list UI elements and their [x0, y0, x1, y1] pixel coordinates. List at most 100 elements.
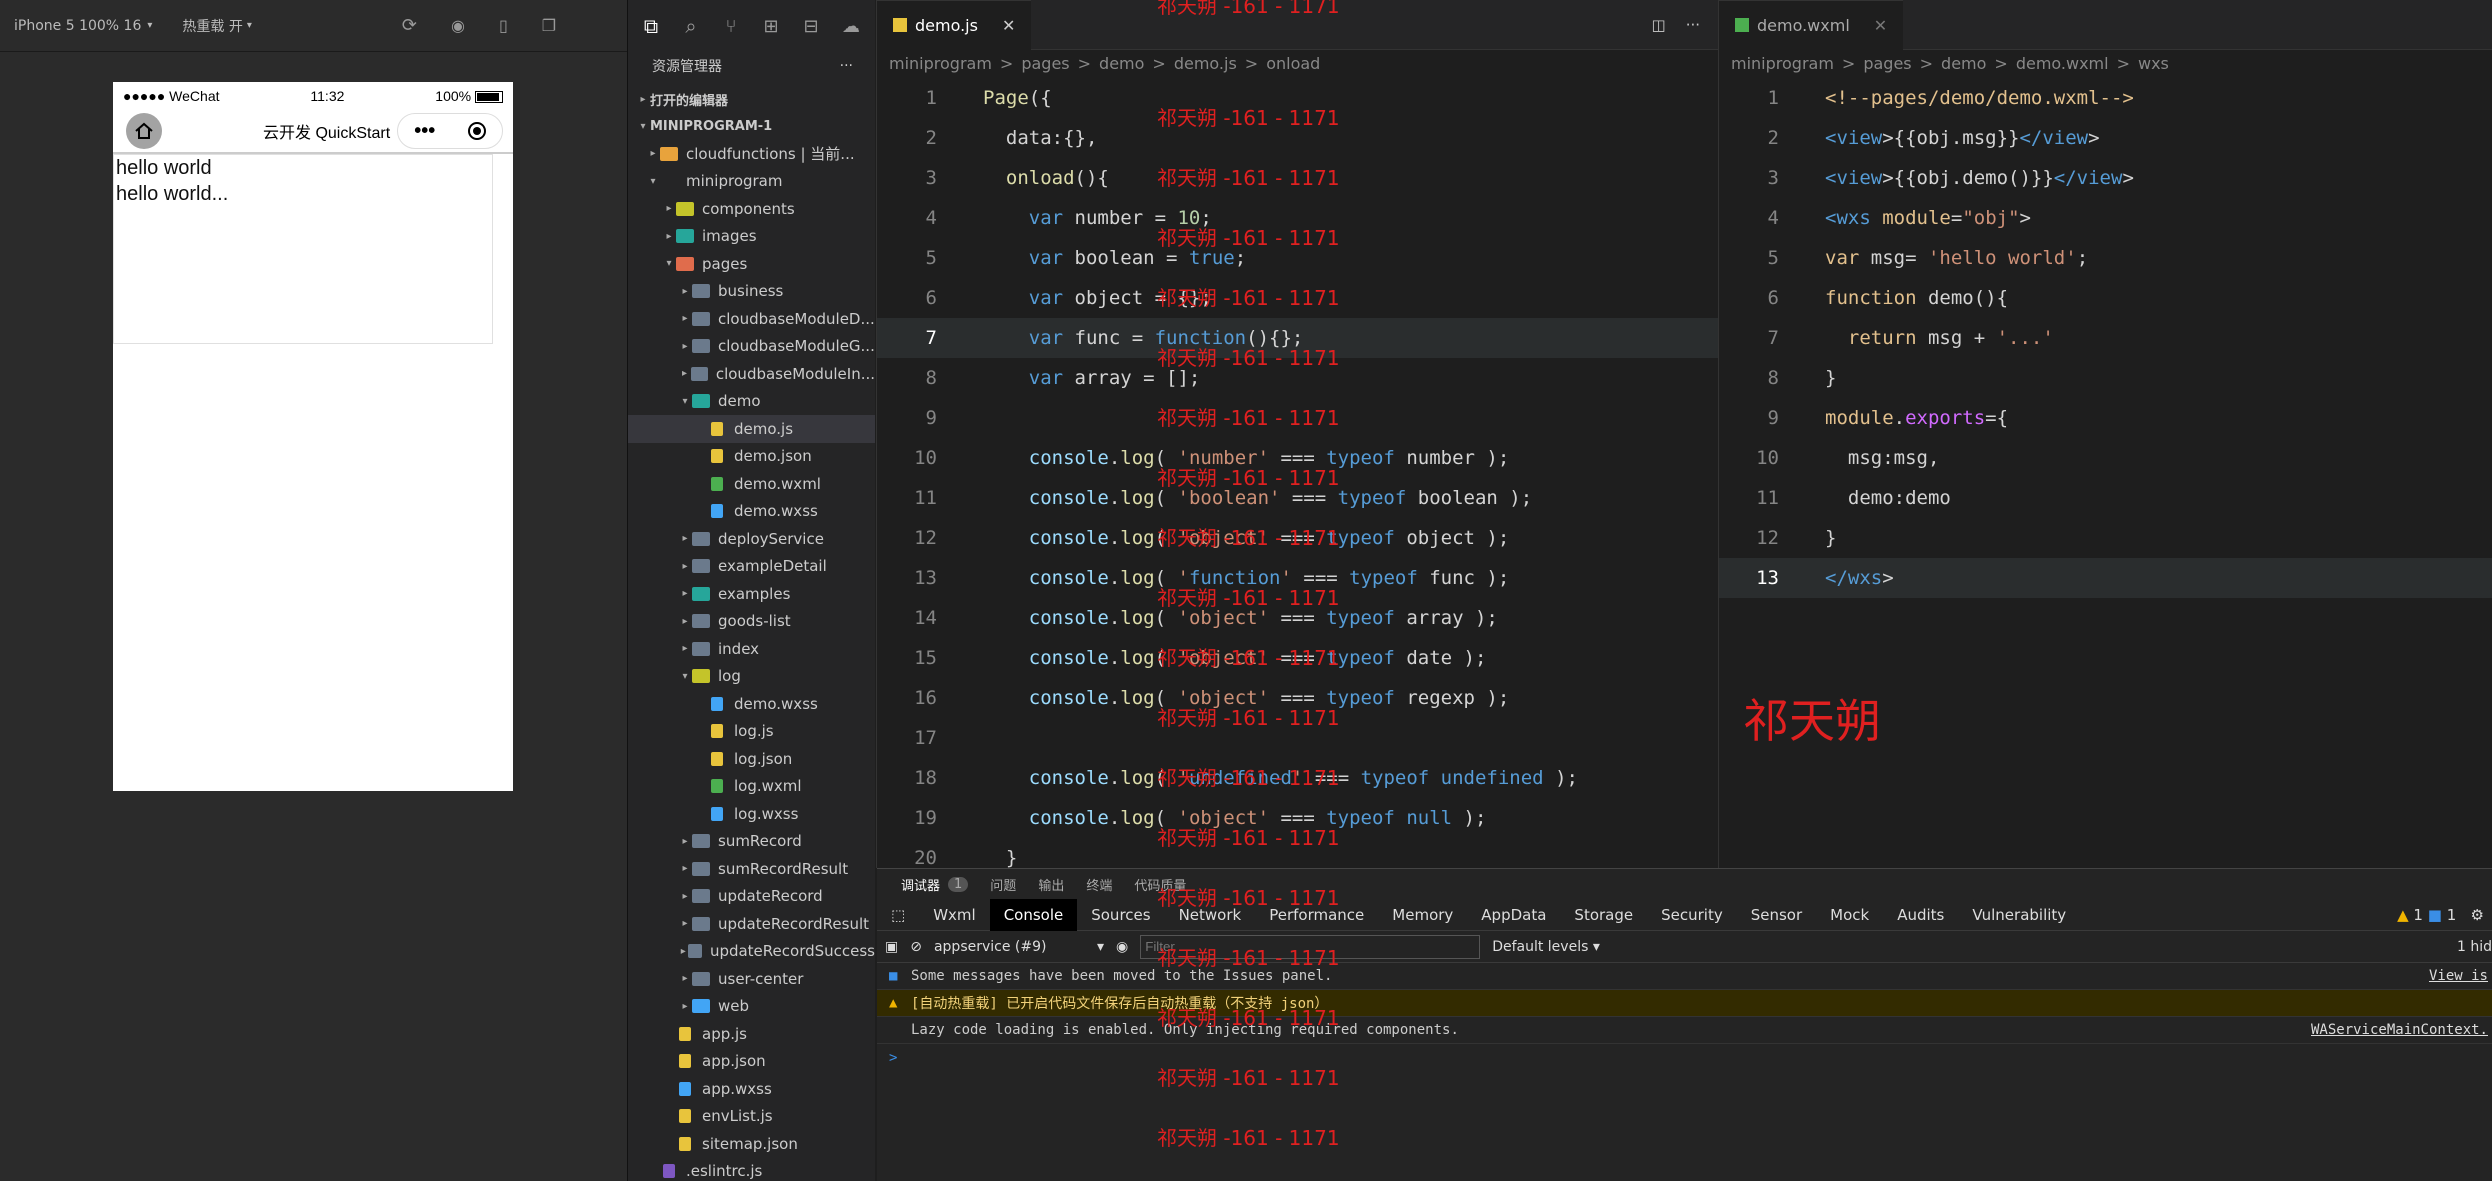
tree-item[interactable]: ▸ cloudfunctions | 当前...: [628, 140, 875, 168]
devtools-tab[interactable]: Storage: [1560, 899, 1647, 931]
source-link[interactable]: View is: [2429, 968, 2488, 984]
code-line[interactable]: 11 console.log( 'boolean' === typeof boo…: [877, 478, 1718, 518]
tree-item[interactable]: demo.wxml: [628, 470, 875, 498]
tab-demo-wxml[interactable]: demo.wxml ✕: [1719, 0, 1904, 50]
breadcrumb-item[interactable]: demo: [1099, 54, 1144, 73]
tree-item[interactable]: ▾ demo: [628, 388, 875, 416]
tab-demo-js[interactable]: demo.js ✕: [877, 0, 1032, 50]
tree-item[interactable]: demo.wxss: [628, 498, 875, 526]
code-line[interactable]: 1 Page({: [877, 78, 1718, 118]
code-line[interactable]: 5 var msg= 'hello world';: [1719, 238, 2492, 278]
tree-item[interactable]: envList.js: [628, 1103, 875, 1131]
capsule-menu[interactable]: •••: [397, 113, 503, 149]
eye-icon[interactable]: ◉: [1116, 939, 1128, 955]
code-line[interactable]: 4 <wxs module="obj">: [1719, 198, 2492, 238]
code-line[interactable]: 12}: [1719, 518, 2492, 558]
code-line[interactable]: 19 console.log( 'object' === typeof null…: [877, 798, 1718, 838]
close-icon[interactable]: ✕: [1002, 16, 1015, 35]
devtools-top-tab[interactable]: 输出: [1038, 875, 1064, 894]
context-select[interactable]: appservice (#9) ▾: [934, 939, 1104, 955]
tree-item[interactable]: ▾ miniprogram: [628, 168, 875, 196]
code-line[interactable]: 9: [877, 398, 1718, 438]
breadcrumb-item[interactable]: demo.wxml: [2016, 54, 2109, 73]
tree-item[interactable]: app.json: [628, 1048, 875, 1076]
code-line[interactable]: 8 var array = [];: [877, 358, 1718, 398]
code-line[interactable]: 10 msg:msg,: [1719, 438, 2492, 478]
code-line[interactable]: 8}: [1719, 358, 2492, 398]
breadcrumb-item[interactable]: miniprogram: [1731, 54, 1834, 73]
device-select[interactable]: iPhone 5 100% 16: [14, 18, 141, 34]
tree-item[interactable]: ▸ cloudbaseModuleG...: [628, 333, 875, 361]
devtools-tab[interactable]: Wxml: [919, 899, 990, 931]
levels-select[interactable]: Default levels ▾: [1492, 939, 1600, 955]
tree-item[interactable]: ▸ sumRecordResult: [628, 855, 875, 883]
devtools-tab[interactable]: Security: [1647, 899, 1737, 931]
breadcrumb-item[interactable]: demo.js: [1174, 54, 1237, 73]
more-actions-icon[interactable]: ···: [840, 58, 853, 74]
source-link[interactable]: WAServiceMainContext.: [2311, 1022, 2488, 1038]
inspect-icon[interactable]: ⬚: [877, 899, 919, 931]
code-area[interactable]: 1 Page({2 data:{}, 3 onload(){4 var number…: [877, 78, 1718, 878]
debug-icon[interactable]: ⊟: [798, 13, 824, 39]
code-line[interactable]: 3 onload(){: [877, 158, 1718, 198]
tree-item[interactable]: ▸ goods-list: [628, 608, 875, 636]
open-editors-section[interactable]: ▸ 打开的编辑器: [628, 86, 875, 113]
devtools-top-tab[interactable]: 终端: [1086, 875, 1112, 894]
home-button[interactable]: [126, 113, 162, 149]
tree-item[interactable]: app.wxss: [628, 1075, 875, 1103]
breadcrumb-item[interactable]: miniprogram: [889, 54, 992, 73]
sidebar-toggle-icon[interactable]: ▣: [885, 939, 898, 955]
tree-item[interactable]: ▸ updateRecordResult: [628, 910, 875, 938]
more-actions-icon[interactable]: ···: [1686, 16, 1700, 34]
refresh-icon[interactable]: ⟳: [402, 15, 417, 36]
devtools-tab[interactable]: Vulnerability: [1958, 899, 2080, 931]
search-icon[interactable]: ⌕: [678, 13, 704, 39]
clear-console-icon[interactable]: ⊘: [910, 939, 922, 955]
more-icon[interactable]: •••: [414, 120, 435, 143]
source-control-icon[interactable]: ⑂: [718, 13, 744, 39]
tree-item[interactable]: ▸ deployService: [628, 525, 875, 553]
code-line[interactable]: 11 demo:demo: [1719, 478, 2492, 518]
code-line[interactable]: 1 <!--pages/demo/demo.wxml-->: [1719, 78, 2492, 118]
tree-item[interactable]: ▸ index: [628, 635, 875, 663]
code-line[interactable]: 7 var func = function(){};: [877, 318, 1718, 358]
breadcrumb-item[interactable]: pages: [1863, 54, 1911, 73]
tree-item[interactable]: ▸ cloudbaseModuleIn...: [628, 360, 875, 388]
tree-item[interactable]: log.wxml: [628, 773, 875, 801]
tree-item[interactable]: ▾ pages: [628, 250, 875, 278]
devtools-tab[interactable]: Mock: [1816, 899, 1883, 931]
code-line[interactable]: 17: [877, 718, 1718, 758]
code-line[interactable]: 14 console.log( 'object' === typeof arra…: [877, 598, 1718, 638]
close-icon[interactable]: ✕: [1874, 16, 1887, 35]
tree-item[interactable]: ▸ user-center: [628, 965, 875, 993]
devtools-top-tab[interactable]: 调试器: [901, 875, 940, 894]
devtools-tab[interactable]: Sources: [1077, 899, 1164, 931]
close-mini-icon[interactable]: [467, 122, 486, 140]
devtools-tab[interactable]: Audits: [1883, 899, 1958, 931]
window-icon[interactable]: ❐: [542, 16, 556, 35]
devtools-tab[interactable]: Network: [1165, 899, 1256, 931]
tree-item[interactable]: ▸ sumRecord: [628, 828, 875, 856]
hot-reload-toggle[interactable]: 热重载 开: [182, 16, 242, 36]
code-line[interactable]: 13 console.log( 'function' === typeof fu…: [877, 558, 1718, 598]
devtools-tab[interactable]: Sensor: [1737, 899, 1816, 931]
code-line[interactable]: 18 console.log( 'undefined' === typeof u…: [877, 758, 1718, 798]
devtools-tab[interactable]: AppData: [1467, 899, 1560, 931]
tree-item[interactable]: ▸ images: [628, 223, 875, 251]
breadcrumb-item[interactable]: wxs: [2138, 54, 2169, 73]
devtools-tab[interactable]: Console: [989, 898, 1078, 931]
phone-icon[interactable]: ▯: [499, 16, 508, 35]
code-line[interactable]: 15 console.log( 'object' === typeof date…: [877, 638, 1718, 678]
tree-item[interactable]: demo.json: [628, 443, 875, 471]
tree-item[interactable]: ▸ updateRecordSuccess: [628, 938, 875, 966]
tree-item[interactable]: app.js: [628, 1020, 875, 1048]
filter-input[interactable]: [1140, 934, 1481, 959]
code-line[interactable]: 16 console.log( 'object' === typeof rege…: [877, 678, 1718, 718]
status-counts[interactable]: ▲ 1 ■ 1 ⚙: [2397, 906, 2484, 924]
code-line[interactable]: 4 var number = 10;: [877, 198, 1718, 238]
tree-item[interactable]: ▸ exampleDetail: [628, 553, 875, 581]
tree-item[interactable]: log.wxss: [628, 800, 875, 828]
tree-item[interactable]: sitemap.json: [628, 1130, 875, 1158]
console-prompt[interactable]: >: [877, 1044, 2492, 1071]
tree-item[interactable]: ▸ updateRecord: [628, 883, 875, 911]
